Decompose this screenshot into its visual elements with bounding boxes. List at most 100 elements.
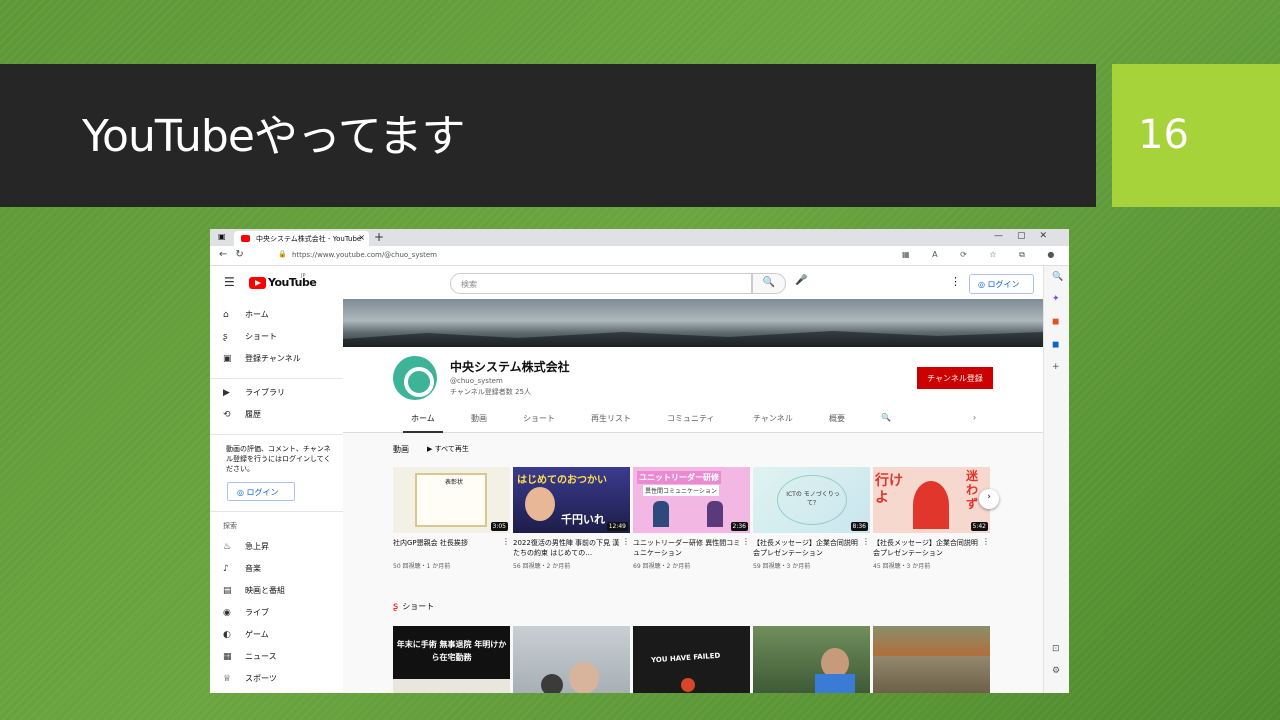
settings-gear-icon[interactable]: ⚙ [1052,666,1060,676]
explore-heading: 探索 [223,522,237,530]
address-bar[interactable]: 🔒 https://www.youtube.com/@chuo_system [270,249,890,263]
sidebar-item-label: 音楽 [245,564,261,573]
mic-icon[interactable]: 🎤 [795,275,807,286]
account-icon: ◎ [237,488,247,497]
sidebar-item-library[interactable]: ▶ ライブラリ [223,387,285,398]
new-tab-button[interactable]: + [374,230,384,244]
toolbar-icons[interactable]: ▦ A ⟳ ☆ ⧉ ● ⋯ [902,250,1069,260]
play-all-label: すべて再生 [434,445,469,453]
search-button[interactable]: 🔍 [752,273,786,294]
window-controls[interactable]: —▢✕ [994,231,1061,241]
more-options-icon[interactable]: ⋮ [622,537,630,546]
sidebar-item-sports[interactable]: ♕ スポーツ [223,673,277,684]
duration-badge: 8:36 [850,522,868,531]
subscriptions-icon: ▣ [223,354,232,364]
short-card[interactable] [513,626,630,693]
shorts-section-title: ショート [402,602,435,611]
video-card[interactable]: ユニットリーダー研修 異性間コミュニケーション 2:36 ユニットリーダー研修 … [633,467,750,570]
video-card[interactable]: はじめてのおつかい 千円いれ 12:49 2022復活の男性陣 事前の下見 漢た… [513,467,630,570]
more-options-icon[interactable]: ⋮ [862,537,870,546]
next-arrow-button[interactable]: › [979,489,999,509]
search-input[interactable]: 検索 [450,273,752,294]
sidebar-login-button[interactable]: ◎ ログイン [227,482,295,501]
shorts-icon: ʂ [223,332,228,342]
browser-tab[interactable]: 中央システム株式会社 - YouTube × [234,231,369,246]
sidebar-item-trending[interactable]: ♨ 急上昇 [223,541,269,552]
edge-sidebar: 🔍 ✦ ◼ ◼ + ⊡ ⚙ [1043,266,1069,693]
youtube-region: JP [301,273,306,279]
outlook-icon[interactable]: ◼ [1052,340,1059,350]
video-thumbnail[interactable]: ICTの モノづくりって？ 8:36 [753,467,870,533]
video-title[interactable]: 2022復活の男性陣 事前の下見 漢たちの約束 はじめての… [513,538,630,558]
youtube-logo-icon[interactable] [249,277,266,289]
slide-title: YouTubeやってます [82,111,466,162]
video-card[interactable]: ICTの モノづくりって？ 8:36 【社長メッセージ】企業合同説明会プレゼンテ… [753,467,870,570]
close-tab-icon[interactable]: × [358,233,365,242]
search-icon[interactable]: 🔍 [881,413,891,422]
hamburger-menu-icon[interactable]: ☰ [224,275,235,289]
tab-about[interactable]: 概要 [829,413,845,424]
shorts-icon: ʂ [393,601,399,612]
short-card[interactable]: 年末に手術 無事退院 年明けから在宅勤務 [393,626,510,693]
subscribe-button[interactable]: チャンネル登録 [917,367,993,389]
more-options-icon[interactable]: ⋮ [982,537,990,546]
tab-shorts[interactable]: ショート [523,413,555,424]
chevron-right-icon[interactable]: › [973,413,976,422]
sidebar-item-shorts[interactable]: ʂ ショート [223,331,277,342]
search-icon[interactable]: 🔍 [1052,272,1063,282]
short-image [681,678,695,692]
video-title[interactable]: 【社長メッセージ】企業合同説明会プレゼンテーション [873,538,990,558]
sidebar-item-gaming[interactable]: ◐ ゲーム [223,629,269,640]
login-label: ログイン [987,280,1020,289]
more-options-icon[interactable]: ⋮ [742,537,750,546]
video-meta: 45 回視聴・3 か月前 [873,563,931,570]
play-all-button[interactable]: ▶ すべて再生 [427,444,469,454]
add-icon[interactable]: + [1052,362,1060,372]
video-thumbnail[interactable]: はじめてのおつかい 千円いれ 12:49 [513,467,630,533]
video-title[interactable]: 社内GP懇親会 社長挨拶 [393,538,510,558]
video-thumbnail[interactable]: 表彰状 3:05 [393,467,510,533]
video-title[interactable]: 【社長メッセージ】企業合同説明会プレゼンテーション [753,538,870,558]
copilot-icon[interactable]: ✦ [1052,294,1060,304]
more-options-icon[interactable]: ⋮ [950,275,961,288]
sidebar-item-news[interactable]: ▦ ニュース [223,651,277,662]
thumbnail-subtext: 異性間コミュニケーション [643,485,719,496]
video-card[interactable]: 行けよ 迷わず 5:42 【社長メッセージ】企業合同説明会プレゼンテーション 4… [873,467,990,570]
channel-header: 中央システム株式会社 @chuo_system チャンネル登録者数 25人 チャ… [343,347,1043,433]
short-card[interactable] [753,626,870,693]
more-options-icon[interactable]: ⋮ [502,537,510,546]
sidebar-item-live[interactable]: ◉ ライブ [223,607,269,618]
sidebar-toggle-icon[interactable]: ⊡ [1052,644,1060,654]
tab-home[interactable]: ホーム [403,413,443,433]
sidebar-item-home[interactable]: ⌂ ホーム [223,309,269,320]
thumbnail-text: 行けよ [875,473,903,506]
sidebar-item-history[interactable]: ⟲ 履歴 [223,409,261,420]
sidebar-item-subscriptions[interactable]: ▣ 登録チャンネル [223,353,301,364]
login-button[interactable]: ◎ ログイン [969,274,1034,294]
video-meta: 69 回視聴・2 か月前 [633,563,691,570]
videos-section-title: 動画 [393,445,409,454]
short-card[interactable]: YOU HAVE FAILED [633,626,750,693]
tab-channels[interactable]: チャンネル [753,413,793,424]
youtube-logo-text[interactable]: YouTube [268,276,317,289]
nav-buttons[interactable]: ←↻ [219,249,252,260]
channel-avatar[interactable] [393,356,437,400]
duration-badge: 12:49 [606,522,628,531]
video-title[interactable]: ユニットリーダー研修 異性間コミュニケーション [633,538,750,558]
tab-community[interactable]: コミュニティ [667,413,715,424]
video-thumbnail[interactable]: ユニットリーダー研修 異性間コミュニケーション 2:36 [633,467,750,533]
lock-icon: 🔒 [278,250,287,258]
video-thumbnail[interactable]: 行けよ 迷わず 5:42 [873,467,990,533]
office-icon[interactable]: ◼ [1052,317,1059,327]
short-card[interactable] [873,626,990,693]
search-icon: 🔍 [762,277,776,288]
person-image [525,487,555,521]
video-card[interactable]: 表彰状 3:05 社内GP懇親会 社長挨拶 50 回視聴・1 か月前 ⋮ [393,467,510,570]
sidebar-item-movies[interactable]: ▤ 映画と番組 [223,585,285,596]
tab-playlists[interactable]: 再生リスト [591,413,631,424]
tab-videos[interactable]: 動画 [471,413,487,424]
window-menu-icon[interactable]: ▣ [218,232,226,241]
sidebar-item-music[interactable]: ♪ 音楽 [223,563,261,574]
thumbnail-text: はじめてのおつかい [517,475,607,486]
login-label: ログイン [246,488,279,497]
